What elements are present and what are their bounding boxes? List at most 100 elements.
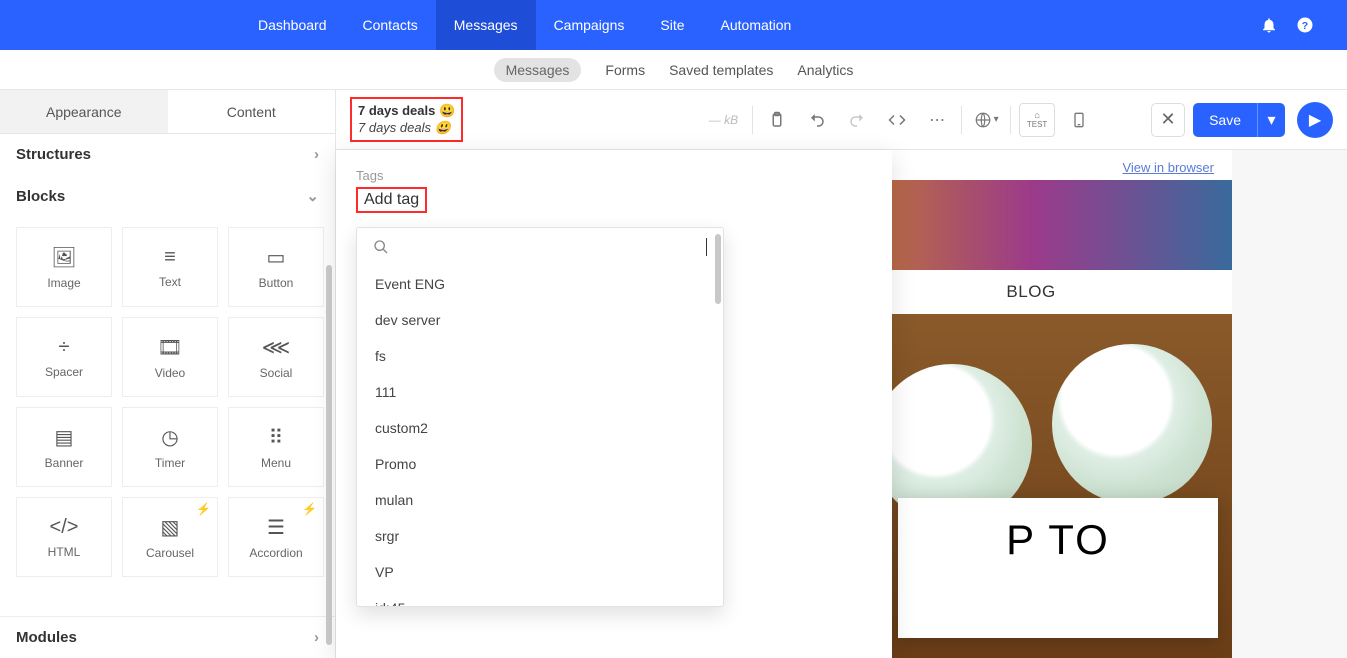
nav-contacts[interactable]: Contacts [345, 0, 436, 50]
run-button[interactable]: ▶ [1297, 102, 1333, 138]
subnav-templates[interactable]: Saved templates [669, 62, 773, 78]
save-button[interactable]: Save [1193, 103, 1257, 137]
language-icon[interactable]: ▾ [970, 104, 1002, 136]
block-social[interactable]: ⋘Social [228, 317, 324, 397]
tag-option-label: id:45 [375, 600, 405, 607]
video-icon: 🎞 [157, 335, 182, 360]
tag-option[interactable]: 111 [357, 374, 723, 410]
tags-popup: Tags Add tag Event ENG dev server fs 111… [336, 150, 892, 658]
title-text: 7 days deals [358, 120, 431, 135]
tag-option[interactable]: Event ENG [357, 266, 723, 302]
more-icon[interactable]: ⋯ [921, 104, 953, 136]
mobile-preview-icon[interactable] [1063, 104, 1095, 136]
section-label: Blocks [16, 188, 65, 205]
save-label: Save [1209, 112, 1241, 128]
block-html[interactable]: </>HTML [16, 497, 112, 577]
subnav-forms[interactable]: Forms [605, 62, 645, 78]
block-timer[interactable]: ◷Timer [122, 407, 218, 487]
notifications-icon[interactable] [1251, 16, 1287, 34]
subnav-analytics[interactable]: Analytics [797, 62, 853, 78]
nav-messages[interactable]: Messages [436, 0, 536, 50]
file-size-label: — kB [709, 113, 738, 127]
tags-label: Tags [356, 168, 872, 183]
overlay-card: P TO [898, 498, 1218, 638]
redo-icon[interactable] [841, 104, 873, 136]
preview-menu-blog[interactable]: BLOG [1006, 282, 1055, 302]
section-label: Structures [16, 146, 91, 163]
tag-option[interactable]: mulan [357, 482, 723, 518]
block-label: Accordion [249, 546, 302, 560]
tag-option[interactable]: VP [357, 554, 723, 590]
tab-label: Appearance [46, 104, 122, 120]
block-banner[interactable]: ▤ Banner [16, 407, 112, 487]
tag-option[interactable]: dev server [357, 302, 723, 338]
block-text[interactable]: ≡Text [122, 227, 218, 307]
block-spacer[interactable]: ÷Spacer [16, 317, 112, 397]
close-button[interactable]: ✕ [1151, 103, 1185, 137]
tag-option-label: VP [375, 564, 394, 580]
dropdown-scrollbar[interactable] [715, 234, 721, 304]
undo-icon[interactable] [801, 104, 833, 136]
block-label: Carousel [146, 546, 194, 560]
bolt-icon: ⚡ [196, 502, 211, 516]
tag-option-label: mulan [375, 492, 413, 508]
tag-option[interactable]: fs [357, 338, 723, 374]
tag-option[interactable]: custom2 [357, 410, 723, 446]
nav-site[interactable]: Site [642, 0, 702, 50]
block-label: Social [260, 366, 293, 380]
tab-content[interactable]: Content [168, 90, 336, 133]
tag-option-label: fs [375, 348, 386, 364]
sidebar-scrollbar[interactable] [326, 265, 332, 645]
block-label: Spacer [45, 365, 83, 379]
section-blocks[interactable]: Blocks ⌄ [0, 175, 335, 217]
block-carousel[interactable]: ⚡▧Carousel [122, 497, 218, 577]
tag-option-label: 111 [375, 384, 396, 400]
block-label: Banner [45, 456, 84, 470]
tag-option[interactable]: srgr [357, 518, 723, 554]
subnav-messages[interactable]: Messages [494, 58, 582, 82]
banner-icon: ▤ [55, 425, 74, 450]
main: Appearance Content Structures › Blocks ⌄… [0, 90, 1347, 658]
help-icon[interactable]: ? [1287, 16, 1323, 34]
title-line-2: 7 days deals 😃 [358, 120, 455, 136]
block-menu[interactable]: ⠿Menu [228, 407, 324, 487]
subnav-label: Analytics [797, 62, 853, 78]
play-icon: ▶ [1309, 110, 1321, 130]
nav-dashboard[interactable]: Dashboard [240, 0, 345, 50]
text-cursor [706, 238, 707, 256]
block-accordion[interactable]: ⚡☰Accordion [228, 497, 324, 577]
block-image[interactable]: 🖼Image [16, 227, 112, 307]
nav-label: Site [660, 17, 684, 33]
divider [752, 106, 753, 134]
block-button[interactable]: ▭Button [228, 227, 324, 307]
code-view-icon[interactable] [881, 104, 913, 136]
emoji-icon: 😃 [439, 103, 455, 118]
nav-label: Messages [454, 17, 518, 33]
sidebar-tabs: Appearance Content [0, 90, 335, 134]
nav-campaigns[interactable]: Campaigns [536, 0, 643, 50]
block-label: HTML [48, 545, 81, 559]
save-dropdown[interactable]: ▾ [1257, 103, 1285, 137]
nav-automation[interactable]: Automation [703, 0, 810, 50]
section-label: Modules [16, 629, 77, 646]
message-title-highlight[interactable]: 7 days deals 😃 7 days deals 😃 [350, 97, 463, 142]
tag-option[interactable]: id:45 [357, 590, 723, 607]
chevron-down-icon: ⌄ [306, 187, 319, 205]
add-tag-highlight[interactable]: Add tag [356, 187, 427, 213]
section-modules[interactable]: Modules › [0, 616, 335, 658]
emoji-icon: 😃 [435, 120, 451, 135]
block-video[interactable]: 🎞Video [122, 317, 218, 397]
tag-option[interactable]: Promo [357, 446, 723, 482]
subnav-label: Messages [506, 62, 570, 78]
test-button[interactable]: ⌂TEST [1019, 103, 1055, 137]
clipboard-icon[interactable] [761, 104, 793, 136]
test-icon: ⌂ [1034, 110, 1039, 120]
tab-appearance[interactable]: Appearance [0, 90, 168, 133]
nav-label: Campaigns [554, 17, 625, 33]
tag-search-input[interactable] [397, 239, 698, 256]
subnav-label: Saved templates [669, 62, 773, 78]
section-structures[interactable]: Structures › [0, 134, 335, 175]
subnav-label: Forms [605, 62, 645, 78]
view-in-browser-link[interactable]: View in browser [1122, 160, 1214, 175]
tag-option-label: srgr [375, 528, 399, 544]
